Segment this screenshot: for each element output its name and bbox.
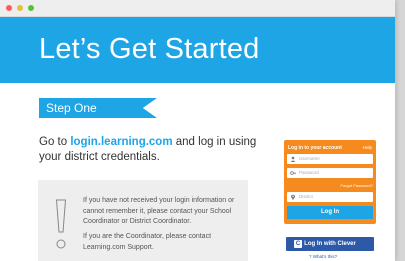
step-label: Step One [39,98,157,118]
header-banner: Let’s Get Started [0,17,395,83]
login-panel: Log in to your account Help Username Pas… [284,140,376,224]
exclamation-icon [55,199,67,249]
notice-text-1: If you have not received your login info… [83,197,235,225]
district-field[interactable]: District [287,192,373,202]
intro-text: Go to login.learning.com and log in usin… [39,135,259,165]
login-header: Log in to your account Help [288,143,372,153]
clever-login-label: Log In with Clever [304,241,356,247]
whats-this-label: What's this? [312,254,338,259]
zoom-window-button[interactable] [28,5,34,11]
clever-login-button[interactable]: C Log In with Clever [286,237,374,251]
close-window-button[interactable] [6,5,12,11]
location-pin-icon [291,194,295,200]
password-placeholder: Password [299,170,319,175]
login-button[interactable]: Log In [287,206,373,219]
username-placeholder: Username [299,156,320,161]
whats-this-link[interactable]: ? What's this? [309,254,337,259]
browser-window: Let’s Get Started Step One Go to login.l… [0,0,395,261]
forgot-password-link[interactable]: Forgot Password? [341,183,373,188]
username-field[interactable]: Username [287,154,373,164]
login-link[interactable]: login.learning.com [70,136,172,148]
question-icon: ? [309,254,312,259]
intro-prefix: Go to [39,136,71,148]
user-icon [290,156,296,162]
password-field[interactable]: Password [287,168,373,178]
login-header-title: Log in to your account [288,145,342,151]
key-icon [290,171,296,175]
clever-c-icon: C [294,240,302,248]
district-placeholder: District [299,194,313,199]
help-link[interactable]: Help [363,143,372,153]
window-titlebar [0,0,395,17]
minimize-window-button[interactable] [17,5,23,11]
help-notice: If you have not received your login info… [38,180,248,261]
notice-text-2: If you are the Coordinator, please conta… [83,233,212,251]
page-title: Let’s Get Started [39,33,260,65]
